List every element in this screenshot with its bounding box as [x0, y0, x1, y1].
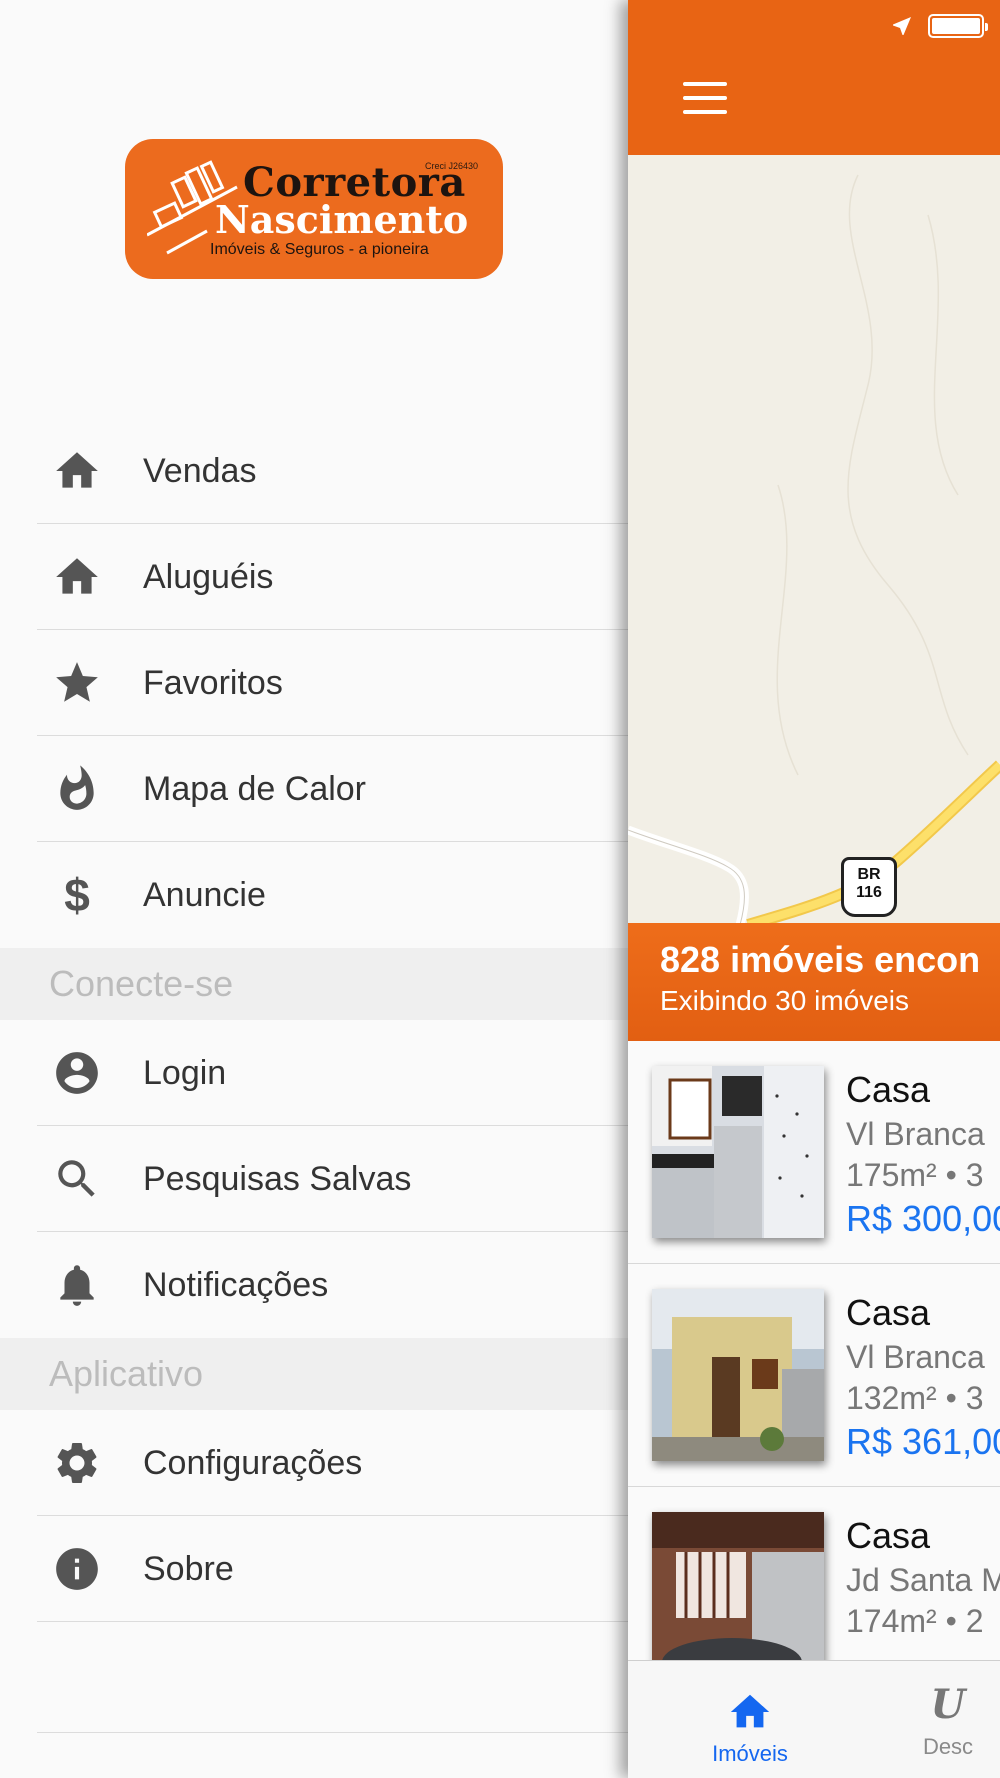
- menu-item-notificacoes[interactable]: Notificações: [0, 1232, 628, 1338]
- search-icon: [52, 1154, 102, 1204]
- divider: [37, 1621, 628, 1622]
- listing-type: Casa: [846, 1292, 931, 1333]
- listing-type: Casa: [846, 1069, 931, 1110]
- app-top-bar: [628, 0, 1000, 155]
- home-icon: [52, 552, 102, 602]
- listing-address: Jd Santa M: [846, 1562, 1000, 1598]
- map-roads: [628, 174, 1000, 925]
- home-icon: [52, 446, 102, 496]
- menu-item-pesquisas-salvas[interactable]: Pesquisas Salvas: [0, 1126, 628, 1232]
- listings-list[interactable]: Casa Vl Branca 175m² • 3 R$ 300,00 Casa: [628, 1041, 1000, 1710]
- map-view[interactable]: BR116 BR11: [628, 155, 1000, 925]
- dollar-icon: $: [64, 869, 90, 921]
- menu-item-favoritos[interactable]: Favoritos: [0, 630, 628, 736]
- listing-photo: [652, 1512, 824, 1684]
- highway-shield: BR 116: [841, 857, 897, 917]
- menu-item-alugueis[interactable]: Aluguéis: [0, 524, 628, 630]
- menu-item-mapa-de-calor[interactable]: Mapa de Calor: [0, 736, 628, 842]
- results-banner: 828 imóveis encon Exibindo 30 imóveis: [628, 923, 1000, 1041]
- menu-item-vendas[interactable]: Vendas: [0, 418, 628, 524]
- section-header-aplicativo: Aplicativo: [0, 1338, 628, 1410]
- main-panel[interactable]: BR116 BR11 828 imóveis encon Exibindo 30…: [628, 0, 1000, 1778]
- battery-icon: [928, 14, 988, 38]
- account-icon: [52, 1048, 102, 1098]
- listing-type: Casa: [846, 1515, 931, 1556]
- star-icon: [52, 658, 102, 708]
- drawer-menu: Vendas Aluguéis Favoritos Mapa de Calor …: [0, 418, 628, 1622]
- location-arrow-icon: [893, 17, 911, 35]
- bell-icon: [52, 1260, 102, 1310]
- section-header-conecte-se: Conecte-se: [0, 948, 628, 1020]
- menu-item-label: Mapa de Calor: [143, 769, 367, 808]
- info-icon: [52, 1544, 102, 1594]
- menu-item-label: Sobre: [143, 1549, 234, 1588]
- menu-item-label: Login: [143, 1053, 227, 1092]
- tab-label: Desc: [922, 1734, 974, 1759]
- listing-photo: [652, 1289, 824, 1461]
- menu-item-label: Pesquisas Salvas: [143, 1159, 412, 1198]
- navigation-drawer: Creci J26430 Corretora Nascimento Imóvei…: [0, 0, 628, 1778]
- results-count: 828 imóveis encon: [660, 939, 981, 980]
- divider: [37, 1732, 628, 1733]
- hamburger-menu-icon[interactable]: [683, 82, 727, 116]
- menu-item-sobre[interactable]: Sobre: [0, 1516, 628, 1622]
- listing-card[interactable]: Casa Vl Branca 175m² • 3 R$ 300,00: [628, 1041, 1000, 1264]
- logo-line-2: Nascimento: [215, 197, 469, 242]
- menu-item-label: Vendas: [143, 451, 257, 490]
- flame-icon: [52, 764, 102, 814]
- listing-specs: 175m² • 3: [846, 1157, 984, 1193]
- tab-label: Imóveis: [712, 1741, 788, 1766]
- menu-item-label: Notificações: [143, 1265, 329, 1304]
- listing-specs: 174m² • 2: [846, 1603, 984, 1639]
- tab-imoveis[interactable]: Imóveis: [670, 1661, 830, 1778]
- menu-item-label: Favoritos: [143, 663, 283, 702]
- brand-logo: Creci J26430 Corretora Nascimento Imóvei…: [125, 139, 503, 279]
- listing-photo: [652, 1066, 824, 1238]
- listing-card[interactable]: Casa Vl Branca 132m² • 3 R$ 361,00: [628, 1264, 1000, 1487]
- menu-item-label: Anuncie: [143, 875, 266, 914]
- listing-price: R$ 361,00: [846, 1421, 1000, 1462]
- listing-address: Vl Branca: [846, 1339, 985, 1375]
- gear-icon: [52, 1438, 102, 1488]
- menu-item-label: Configurações: [143, 1443, 363, 1482]
- menu-item-login[interactable]: Login: [0, 1020, 628, 1126]
- listing-price: R$ 300,00: [846, 1198, 1000, 1239]
- listing-address: Vl Branca: [846, 1116, 985, 1152]
- tab-desc[interactable]: U Desc: [868, 1661, 1000, 1778]
- results-subtitle: Exibindo 30 imóveis: [660, 985, 910, 1016]
- menu-item-configuracoes[interactable]: Configurações: [0, 1410, 628, 1516]
- home-icon: [730, 1694, 770, 1728]
- listing-specs: 132m² • 3: [846, 1380, 984, 1416]
- logo-tagline: Imóveis & Seguros - a pioneira: [210, 241, 429, 258]
- script-icon: U: [930, 1681, 966, 1728]
- menu-item-anuncie[interactable]: $ Anuncie: [0, 842, 628, 948]
- menu-item-label: Aluguéis: [143, 557, 274, 596]
- bottom-tab-bar: Imóveis U Desc: [628, 1660, 1000, 1778]
